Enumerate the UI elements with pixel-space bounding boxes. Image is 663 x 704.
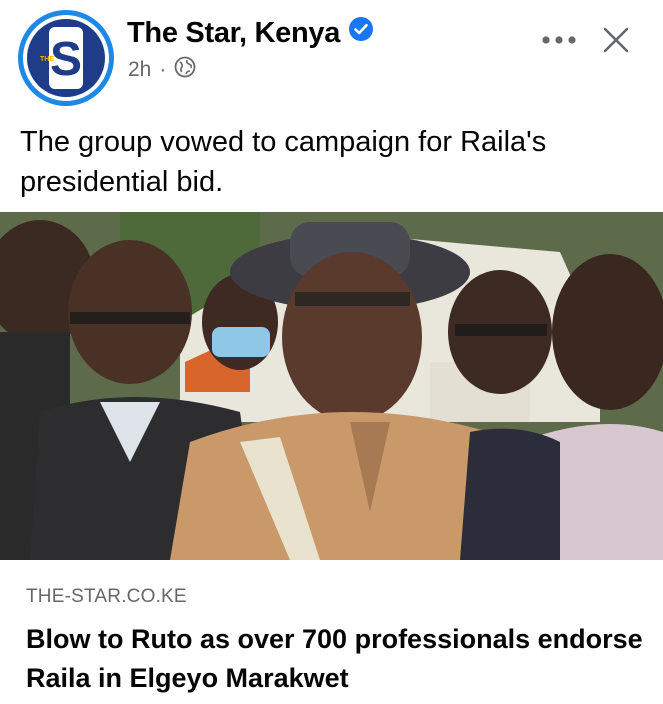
- more-dots-icon: [542, 36, 576, 44]
- news-photo-image: [0, 212, 663, 560]
- svg-text:THE: THE: [40, 56, 54, 63]
- svg-text:S: S: [50, 33, 82, 86]
- post-text: The group vowed to campaign for Raila's …: [20, 126, 547, 198]
- page-logo: S THE: [27, 19, 105, 97]
- more-options-button[interactable]: [539, 24, 579, 56]
- page-name[interactable]: The Star, Kenya: [127, 17, 340, 50]
- link-domain: THE-STAR.CO.KE: [26, 586, 187, 607]
- link-preview-card[interactable]: THE-STAR.CO.KE Blow to Ruto as over 700 …: [0, 560, 663, 704]
- close-button[interactable]: [598, 22, 634, 58]
- post-meta: 2h ·: [128, 56, 196, 84]
- page-name-row: The Star, Kenya: [127, 16, 374, 50]
- post-timestamp[interactable]: 2h: [128, 58, 151, 82]
- article-photo[interactable]: [0, 212, 663, 560]
- close-icon: [603, 27, 629, 53]
- post-header: S THE The Star, Kenya 2h ·: [0, 0, 663, 110]
- link-title[interactable]: Blow to Ruto as over 700 professionals e…: [26, 620, 646, 698]
- star-logo-icon: S THE: [40, 27, 83, 89]
- verified-badge-icon: [348, 16, 374, 50]
- page-avatar[interactable]: S THE: [18, 10, 114, 106]
- meta-separator: ·: [159, 58, 167, 81]
- globe-icon: [174, 56, 196, 84]
